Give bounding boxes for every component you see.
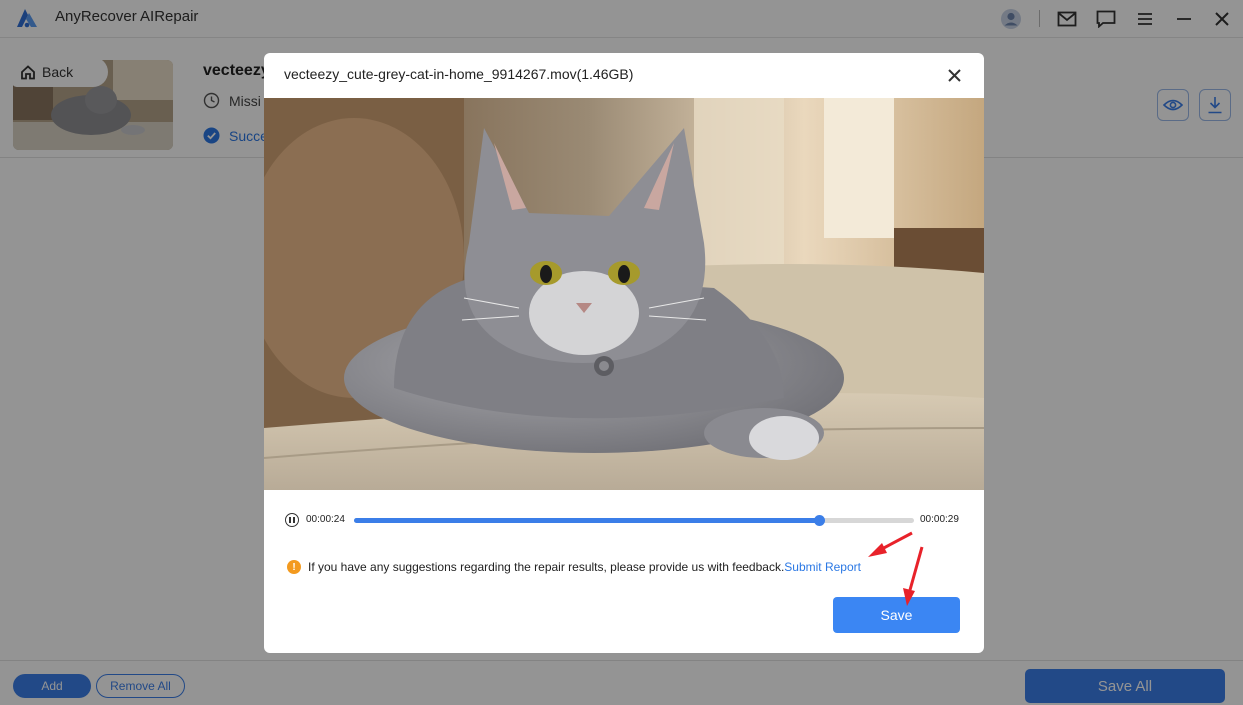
total-time: 00:00:29 [920,514,959,525]
warning-icon: ! [287,560,301,574]
save-button[interactable]: Save [833,597,960,633]
preview-dialog: vecteezy_cute-grey-cat-in-home_9914267.m… [264,53,984,653]
playback-controls: 00:00:24 00:00:29 [284,512,964,528]
video-preview[interactable] [264,98,984,490]
cat-video-frame [264,98,984,490]
dialog-close-icon[interactable] [944,65,964,85]
notice-text: If you have any suggestions regarding th… [308,560,785,574]
progress-slider[interactable] [354,515,914,526]
pause-icon[interactable] [285,513,299,527]
progress-knob[interactable] [813,515,825,526]
progress-fill [354,518,819,523]
feedback-notice: ! If you have any suggestions regarding … [287,560,861,574]
current-time: 00:00:24 [306,514,345,525]
submit-report-link[interactable]: Submit Report [784,560,861,574]
dialog-title: vecteezy_cute-grey-cat-in-home_9914267.m… [284,66,634,82]
